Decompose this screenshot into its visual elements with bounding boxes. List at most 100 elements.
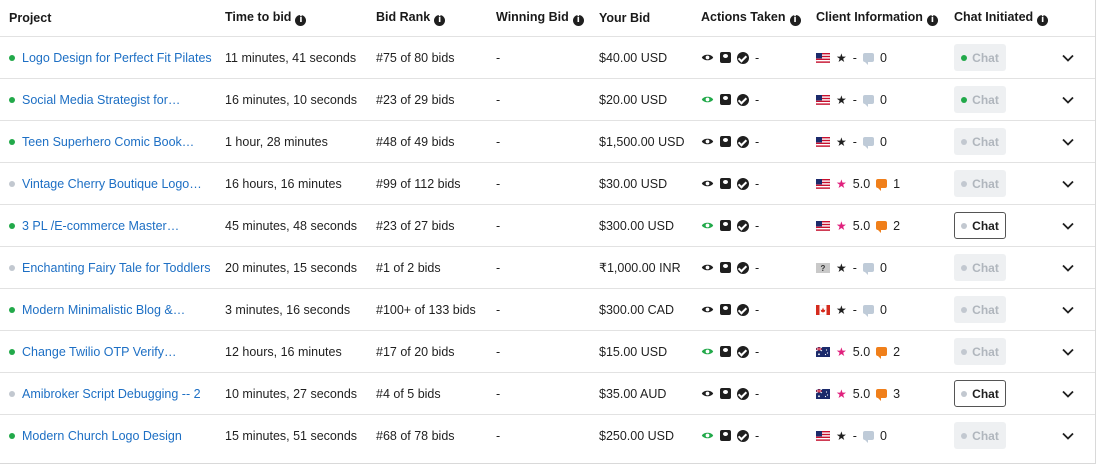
chat-status-dot xyxy=(961,180,968,187)
chat-initiated-cell: Chat xyxy=(954,204,1062,247)
info-icon[interactable]: i xyxy=(1037,15,1049,26)
project-cell: Enchanting Fairy Tale for Toddlers xyxy=(0,246,225,289)
table-row[interactable]: Logo Design for Perfect Fit Pilates 11 m… xyxy=(0,36,1095,79)
your-bid-cell: $250.00 USD xyxy=(599,414,701,456)
profile-icon xyxy=(720,178,731,189)
project-link[interactable]: Teen Superhero Comic Book… xyxy=(22,135,194,149)
project-link[interactable]: Enchanting Fairy Tale for Toddlers xyxy=(22,261,211,275)
project-cell: Teen Superhero Comic Book… xyxy=(0,120,225,163)
message-count: 0 xyxy=(879,50,887,65)
project-link[interactable]: Amibroker Script Debugging -- 2 xyxy=(22,387,201,401)
header-winning-bid: Winning Bid i xyxy=(496,0,599,37)
table-row[interactable]: Social Media Strategist for… 16 minutes,… xyxy=(0,78,1095,121)
chevron-down-icon[interactable] xyxy=(1062,432,1074,440)
your-bid-cell: $300.00 CAD xyxy=(599,288,701,331)
project-link[interactable]: Vintage Cherry Boutique Logo… xyxy=(22,177,202,191)
expand-cell xyxy=(1062,204,1095,247)
table-row[interactable]: Teen Superhero Comic Book… 1 hour, 28 mi… xyxy=(0,120,1095,163)
your-bid-cell: $300.00 USD xyxy=(599,204,701,247)
expand-cell xyxy=(1062,372,1095,415)
client-information-cell: ★ 5.0 2 xyxy=(816,204,954,247)
status-dot xyxy=(9,348,15,355)
table-row[interactable]: Vintage Cherry Boutique Logo… 16 hours, … xyxy=(0,162,1095,205)
bids-table: Project Time to bid i Bid Rank i Winning B… xyxy=(0,0,1095,456)
check-circle-icon xyxy=(737,219,749,232)
time-to-bid-cell: 11 minutes, 41 seconds xyxy=(225,36,376,79)
chat-status-dot xyxy=(961,96,968,103)
expand-cell xyxy=(1062,36,1095,79)
table-row[interactable]: Change Twilio OTP Verify… 12 hours, 16 m… xyxy=(0,330,1095,373)
country-flag-icon: ? xyxy=(816,262,830,273)
winning-bid-cell: - xyxy=(496,288,599,331)
project-link[interactable]: Change Twilio OTP Verify… xyxy=(22,345,176,359)
chat-button[interactable]: Chat xyxy=(954,380,1006,407)
time-to-bid-cell: 10 minutes, 27 seconds xyxy=(225,372,376,415)
chevron-down-icon[interactable] xyxy=(1062,54,1074,62)
actions-extra: - xyxy=(755,302,760,317)
viewed-eye-icon xyxy=(701,54,714,61)
message-count: 2 xyxy=(893,344,901,359)
project-link[interactable]: Modern Minimalistic Blog &… xyxy=(22,303,185,317)
chevron-down-icon[interactable] xyxy=(1062,138,1074,146)
chat-initiated-cell: Chat xyxy=(954,372,1062,415)
project-link[interactable]: Logo Design for Perfect Fit Pilates xyxy=(22,51,212,65)
check-circle-icon xyxy=(737,51,749,64)
chat-button: Chat xyxy=(954,422,1006,449)
chevron-down-icon[interactable] xyxy=(1062,180,1074,188)
actions-taken-cell: - xyxy=(701,36,816,79)
client-information-cell: ★ - 0 xyxy=(816,288,954,331)
star-icon: ★ xyxy=(836,176,847,191)
message-count: 2 xyxy=(893,218,901,233)
info-icon[interactable]: i xyxy=(572,15,584,26)
actions-taken-cell: - xyxy=(701,120,816,163)
check-circle-icon xyxy=(737,177,749,190)
table-row[interactable]: Modern Minimalistic Blog &… 3 minutes, 1… xyxy=(0,288,1095,331)
chevron-down-icon[interactable] xyxy=(1062,222,1074,230)
time-to-bid-cell: 20 minutes, 15 seconds xyxy=(225,246,376,289)
message-icon xyxy=(862,95,874,107)
country-flag-icon xyxy=(816,430,830,441)
info-icon[interactable]: i xyxy=(295,15,307,26)
message-icon xyxy=(862,53,874,65)
project-link[interactable]: Modern Church Logo Design xyxy=(22,429,182,443)
chat-initiated-cell: Chat xyxy=(954,120,1062,163)
project-link[interactable]: Social Media Strategist for… xyxy=(22,93,180,107)
country-flag-icon xyxy=(816,346,830,357)
viewed-eye-icon xyxy=(701,222,714,229)
chevron-down-icon[interactable] xyxy=(1062,96,1074,104)
star-icon: ★ xyxy=(836,50,847,65)
info-icon[interactable]: i xyxy=(789,15,801,26)
info-icon[interactable]: i xyxy=(926,15,938,26)
message-icon xyxy=(862,305,874,317)
winning-bid-cell: - xyxy=(496,162,599,205)
bid-rank-cell: #4 of 5 bids xyxy=(376,372,496,415)
chevron-down-icon[interactable] xyxy=(1062,390,1074,398)
bids-table-panel: Project Time to bid i Bid Rank i Winning B… xyxy=(0,0,1096,464)
chat-button[interactable]: Chat xyxy=(954,212,1006,239)
bid-rank-cell: #23 of 27 bids xyxy=(376,204,496,247)
info-icon[interactable]: i xyxy=(434,15,446,26)
header-chat-initiated: Chat Initiated i xyxy=(954,0,1062,37)
client-information-cell: ★ - 0 xyxy=(816,120,954,163)
chat-button: Chat xyxy=(954,44,1006,71)
winning-bid-cell: - xyxy=(496,372,599,415)
chevron-down-icon[interactable] xyxy=(1062,306,1074,314)
table-row[interactable]: Enchanting Fairy Tale for Toddlers 20 mi… xyxy=(0,246,1095,289)
viewed-eye-icon xyxy=(701,390,714,397)
expand-cell xyxy=(1062,120,1095,163)
project-link[interactable]: 3 PL /E-commerce Master… xyxy=(22,219,179,233)
check-circle-icon xyxy=(737,303,749,316)
country-flag-icon xyxy=(816,304,830,315)
viewed-eye-icon xyxy=(701,180,714,187)
message-count: 0 xyxy=(879,260,887,275)
client-rating: 5.0 xyxy=(852,386,871,401)
chat-initiated-cell: Chat xyxy=(954,288,1062,331)
chevron-down-icon[interactable] xyxy=(1062,348,1074,356)
winning-bid-cell: - xyxy=(496,78,599,121)
chevron-down-icon[interactable] xyxy=(1062,264,1074,272)
table-row[interactable]: Amibroker Script Debugging -- 2 10 minut… xyxy=(0,372,1095,415)
table-row[interactable]: 3 PL /E-commerce Master… 45 minutes, 48 … xyxy=(0,204,1095,247)
message-count: 0 xyxy=(879,302,887,317)
project-cell: Change Twilio OTP Verify… xyxy=(0,330,225,373)
table-row[interactable]: Modern Church Logo Design 15 minutes, 51… xyxy=(0,414,1095,456)
